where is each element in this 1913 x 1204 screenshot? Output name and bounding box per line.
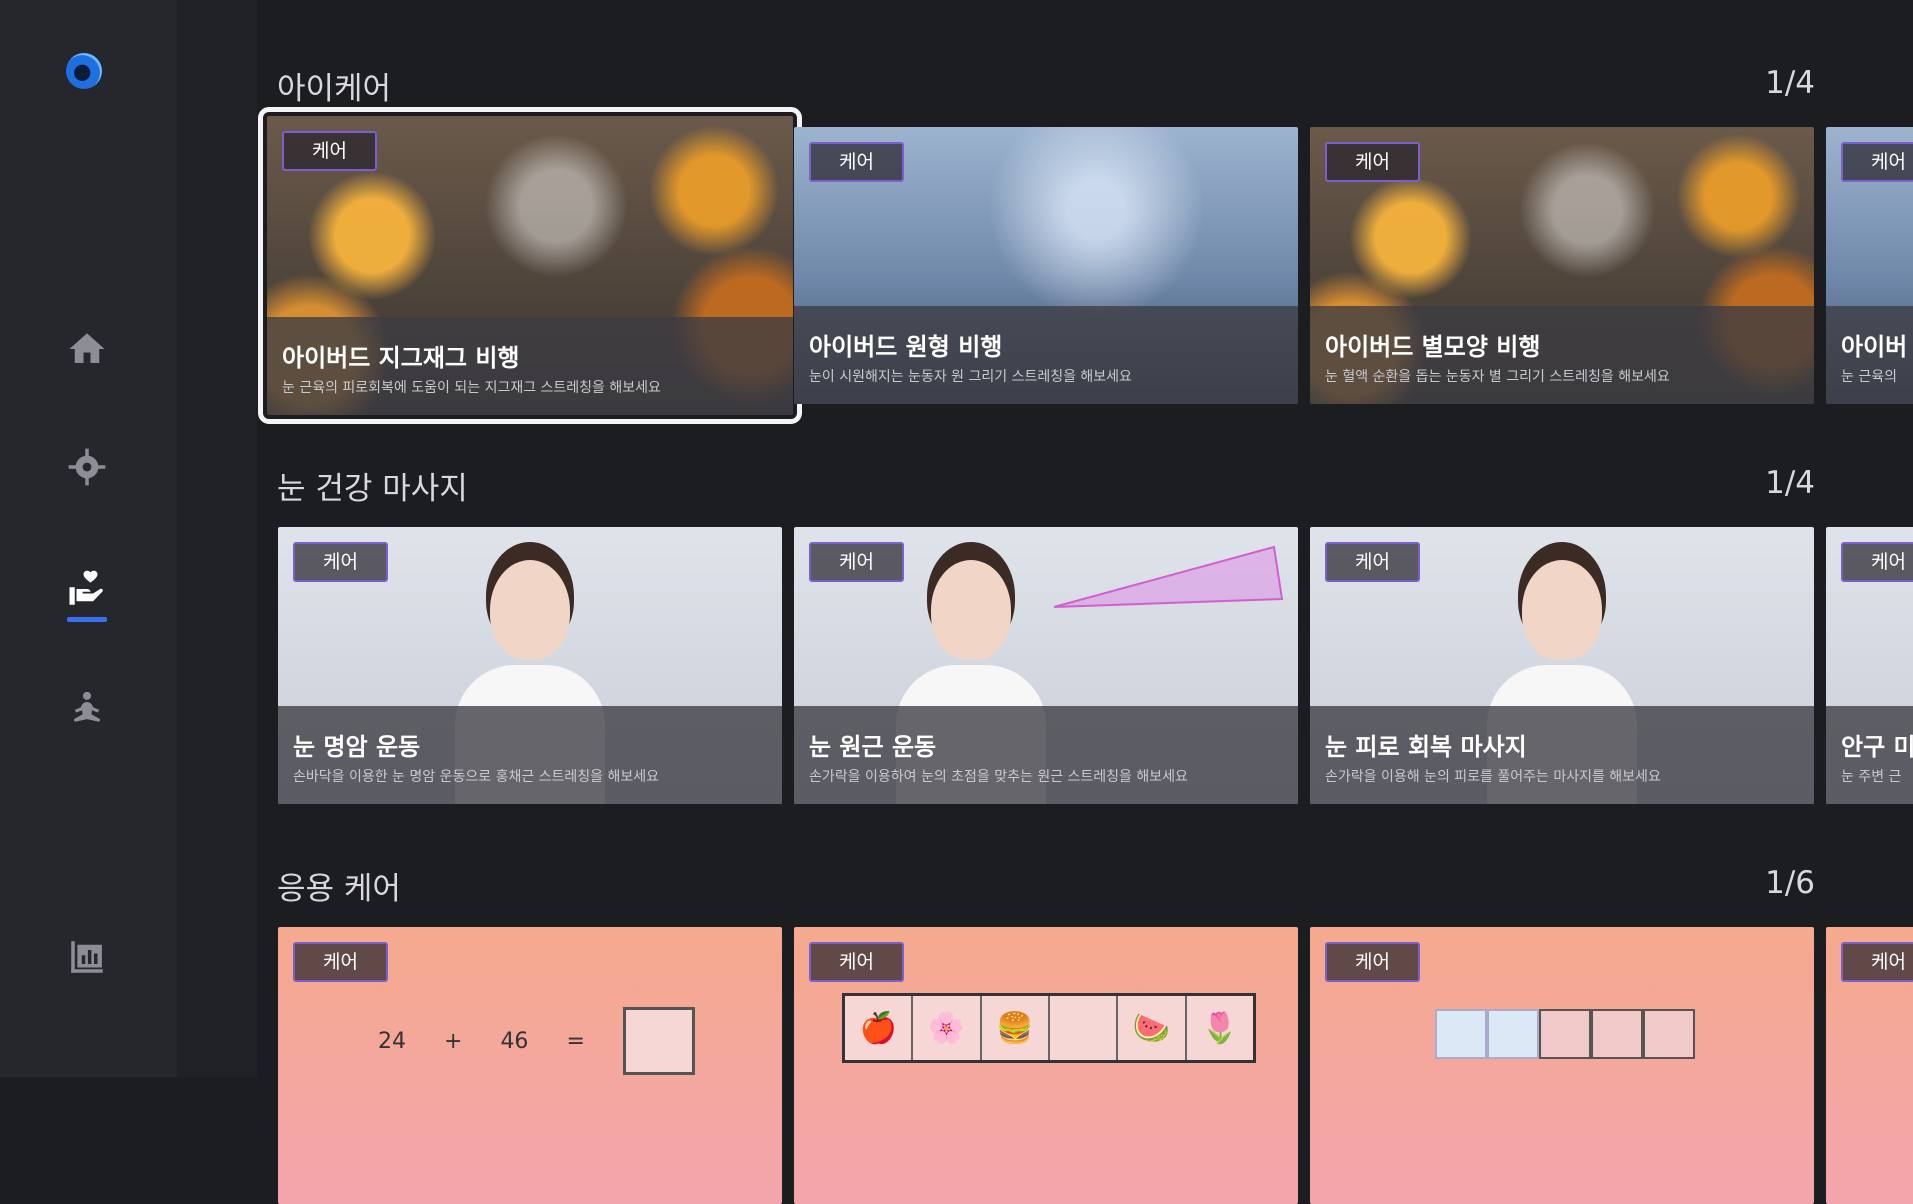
care-badge: 케어 xyxy=(282,131,377,171)
care-badge: 케어 xyxy=(1841,542,1913,582)
meditation-icon[interactable] xyxy=(64,686,110,732)
section-page-count: 1/6 xyxy=(1765,865,1815,901)
active-nav-indicator xyxy=(67,617,107,622)
focus-guide-triangle xyxy=(1053,545,1284,608)
card-title: 안구 미 xyxy=(1841,733,1913,761)
sidebar xyxy=(0,0,177,1077)
care-badge: 케어 xyxy=(1841,942,1913,982)
target-icon[interactable] xyxy=(64,444,110,490)
applied-care-row: 케어 24 + 46 = 케어 🍎 🌸 🍔 🍉 🌷 케어 케어 xyxy=(278,927,1913,1204)
home-icon[interactable] xyxy=(64,326,110,372)
math-equals: = xyxy=(566,1028,585,1054)
app-logo-eye-icon xyxy=(66,53,102,89)
empty-slot xyxy=(1050,996,1119,1060)
card-description: 눈 혈액 순환을 돕는 눈동자 별 그리기 스트레칭을 해보세요 xyxy=(1325,369,1670,385)
content-gutter xyxy=(177,0,257,1077)
card-description: 손가락을 이용해 눈의 피로를 풀어주는 마사지를 해보세요 xyxy=(1325,769,1661,785)
card-near-far[interactable]: 케어 눈 원근 운동 손가락을 이용하여 눈의 초점을 맞추는 원근 스트레칭을… xyxy=(794,527,1298,804)
card-description: 손가락을 이용하여 눈의 초점을 맞추는 원근 스트레칭을 해보세요 xyxy=(809,769,1188,785)
card-title: 눈 피로 회복 마사지 xyxy=(1325,733,1527,761)
math-operand: 46 xyxy=(500,1028,529,1054)
care-badge: 케어 xyxy=(809,142,904,182)
card-peek[interactable]: 케어 xyxy=(1826,927,1913,1204)
watermelon-icon: 🍉 xyxy=(1118,996,1187,1060)
care-badge: 케어 xyxy=(293,942,388,982)
burger-icon: 🍔 xyxy=(982,996,1050,1060)
section-title-applied-care: 응용 케어 xyxy=(277,871,401,907)
card-description: 눈 근육의 피로회복에 도움이 되는 지그재그 스트레칭을 해보세요 xyxy=(282,380,661,396)
card-title: 눈 원근 운동 xyxy=(809,733,937,761)
care-badge: 케어 xyxy=(1325,542,1420,582)
card-peek[interactable]: 케어 안구 미 눈 주변 근 xyxy=(1826,527,1913,804)
item-strip: 🍎 🌸 🍔 🍉 🌷 xyxy=(842,993,1256,1063)
care-badge: 케어 xyxy=(1325,142,1420,182)
block-row xyxy=(1435,1009,1695,1059)
care-badge: 케어 xyxy=(809,542,904,582)
card-description: 손바닥을 이용한 눈 명암 운동으로 홍채근 스트레칭을 해보세요 xyxy=(293,769,660,785)
card-title: 아이버드 지그재그 비행 xyxy=(282,344,520,372)
card-eyebird-zigzag[interactable]: 케어 아이버드 지그재그 비행 눈 근육의 피로회복에 도움이 되는 지그재그 … xyxy=(258,107,802,424)
card-description: 눈이 시원해지는 눈동자 원 그리기 스트레칭을 해보세요 xyxy=(809,369,1132,385)
section-page-count: 1/4 xyxy=(1765,465,1815,501)
care-badge: 케어 xyxy=(293,542,388,582)
card-palming[interactable]: 케어 눈 명암 운동 손바닥을 이용한 눈 명암 운동으로 홍채근 스트레칭을 … xyxy=(278,527,782,804)
card-title: 아이버드 별모양 비행 xyxy=(1325,333,1541,361)
answer-box xyxy=(622,1007,695,1075)
care-badge: 케어 xyxy=(1325,942,1420,982)
eye-massage-row: 케어 눈 명암 운동 손바닥을 이용한 눈 명암 운동으로 홍채근 스트레칭을 … xyxy=(278,527,1913,804)
care-hand-heart-icon[interactable] xyxy=(64,566,110,612)
care-badge: 케어 xyxy=(1841,142,1913,182)
card-title: 아이버 xyxy=(1841,333,1908,361)
card-block-game[interactable]: 케어 xyxy=(1310,927,1814,1204)
card-math-game[interactable]: 케어 24 + 46 = xyxy=(278,927,782,1204)
card-description: 눈 근육의 xyxy=(1841,369,1897,385)
section-page-count: 1/4 xyxy=(1765,65,1815,101)
section-title-eye-care: 아이케어 xyxy=(277,71,392,107)
card-peek[interactable]: 케어 아이버 눈 근육의 xyxy=(1826,127,1913,404)
card-title: 아이버드 원형 비행 xyxy=(809,333,1003,361)
eye-care-row: 케어 아이버드 지그재그 비행 눈 근육의 피로회복에 도움이 되는 지그재그 … xyxy=(258,107,1913,424)
tulip-icon: 🌷 xyxy=(1201,1010,1239,1046)
math-equation: 24 + 46 = xyxy=(378,1007,695,1075)
card-description: 눈 주변 근 xyxy=(1841,769,1902,785)
card-title: 눈 명암 운동 xyxy=(293,733,421,761)
card-memory-game[interactable]: 케어 🍎 🌸 🍔 🍉 🌷 xyxy=(794,927,1298,1204)
chart-stats-icon[interactable] xyxy=(64,934,110,980)
section-title-eye-massage: 눈 건강 마사지 xyxy=(277,471,468,507)
card-eyebird-star[interactable]: 케어 아이버드 별모양 비행 눈 혈액 순환을 돕는 눈동자 별 그리기 스트레… xyxy=(1310,127,1814,404)
card-eyebird-circle[interactable]: 케어 아이버드 원형 비행 눈이 시원해지는 눈동자 원 그리기 스트레칭을 해… xyxy=(794,127,1298,404)
card-fatigue-massage[interactable]: 케어 눈 피로 회복 마사지 손가락을 이용해 눈의 피로를 풀어주는 마사지를… xyxy=(1310,527,1814,804)
flower-icon: 🌸 xyxy=(913,996,982,1060)
apple-icon: 🍎 xyxy=(845,996,914,1060)
math-operand: 24 xyxy=(378,1028,406,1054)
math-operator: + xyxy=(444,1028,463,1054)
care-badge: 케어 xyxy=(809,942,904,982)
